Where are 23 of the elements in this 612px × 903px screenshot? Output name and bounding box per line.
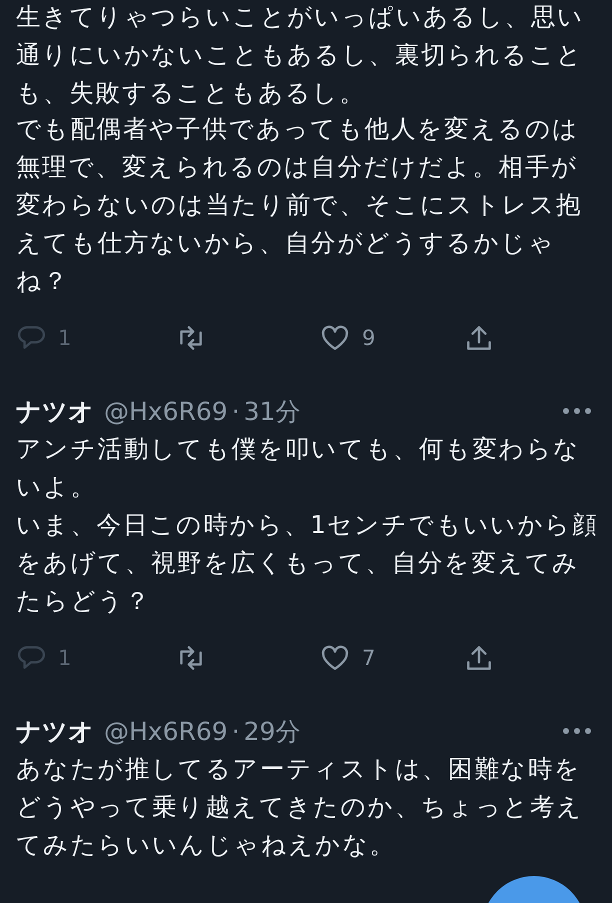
tweet-text: 生きてりゃつらいことがいっぱいあるし、思い通りにいかないこともあるし、裏切られることも、失敗することもあるし。: [16, 1, 586, 109]
user-name[interactable]: ナツオ: [16, 394, 94, 428]
share-icon[interactable]: [464, 644, 494, 672]
like-icon[interactable]: [320, 324, 350, 352]
more-icon[interactable]: [562, 407, 592, 415]
more-icon[interactable]: [562, 727, 592, 735]
user-handle[interactable]: @Hx6R69: [104, 396, 228, 426]
timestamp: 31分: [244, 396, 300, 428]
share-icon[interactable]: [464, 324, 494, 352]
like-icon[interactable]: [320, 644, 350, 672]
tweet-text: でも配偶者や子供であっても他人を変えるのは無理で、変えられるのは自分だけだよ。相手が変わらないのは当たり前で、そこにストレス抱えても仕方ないから、自分がどうするかじゃね？: [16, 113, 584, 297]
separator-dot: ·: [232, 396, 240, 426]
like-count: 9: [362, 326, 376, 350]
user-name[interactable]: ナツオ: [16, 714, 94, 748]
tweet-text: アンチ活動しても僕を叩いても、何も変わらないよ。: [16, 433, 582, 503]
reply-count: 1: [58, 646, 72, 670]
separator-dot: ·: [232, 716, 240, 746]
like-count: 7: [362, 646, 376, 670]
user-handle[interactable]: @Hx6R69: [104, 716, 228, 746]
tweet-text: いま、今日この時から、1センチでもいいから顔をあげて、視野を広くもって、自分を変えてみたらどう？: [16, 509, 598, 617]
timestamp: 29分: [244, 716, 300, 748]
reply-count: 1: [58, 326, 72, 350]
tweet-text: あなたが推してるアーティストは、困難な時をどうやって乗り越えてきたのか、ちょっと考えてみたらいいんじゃねえかな。: [16, 753, 584, 861]
